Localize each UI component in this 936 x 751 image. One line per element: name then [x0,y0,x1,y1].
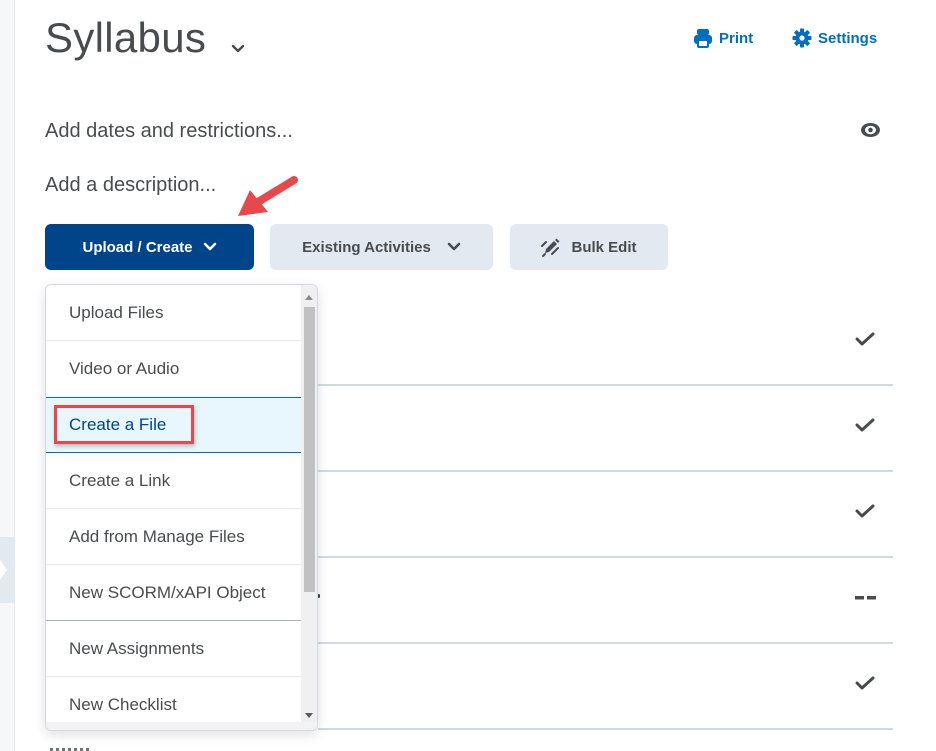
row-divider [318,556,893,558]
add-description-link[interactable]: Add a description... [45,174,216,197]
printer-icon [694,29,712,48]
menu-item-new-scorm-xapi-object[interactable]: New SCORM/xAPI Object [46,565,301,621]
row-divider [318,728,893,730]
upload-create-label: Upload / Create [82,238,193,256]
print-label: Print [719,29,754,47]
check-icon [855,504,875,518]
settings-button[interactable]: Settings [792,28,877,48]
menu-item-create-a-link[interactable]: Create a Link [46,453,301,509]
row-divider [318,642,893,644]
menu-item-create-a-file[interactable]: Create a File [46,397,301,453]
menu-item-label: Create a Link [69,470,171,490]
annotation-highlight-box [54,405,194,444]
dash-icon [855,596,876,600]
bulk-edit-button[interactable]: Bulk Edit [510,224,668,270]
bulk-edit-label: Bulk Edit [571,238,637,256]
check-icon [855,332,875,346]
existing-activities-button[interactable]: Existing Activities [270,224,493,270]
add-dates-link[interactable]: Add dates and restrictions... [45,120,293,143]
scroll-up-arrow-icon[interactable] [305,295,313,300]
visibility-eye-icon[interactable] [860,122,881,138]
scroll-thumb[interactable] [304,307,315,592]
menu-item-label: New SCORM/xAPI Object [69,582,266,602]
menu-footer [46,722,317,730]
chevron-down-icon [203,242,216,251]
menu-item-label: Add from Manage Files [69,526,245,546]
menu-item-new-assignments[interactable]: New Assignments [46,621,301,677]
left-rail [0,0,15,751]
upload-create-button[interactable]: Upload / Create [45,224,254,270]
collapse-nav-tab[interactable] [0,537,14,603]
print-button[interactable]: Print [693,28,753,48]
title-chevron-down-icon[interactable] [231,44,245,54]
row-divider [318,384,893,386]
pencil-icon [541,238,560,257]
page-title: Syllabus [45,14,207,61]
menu-item-add-from-manage-files[interactable]: Add from Manage Files [46,509,301,565]
menu-item-label: New Checklist [69,695,177,714]
check-icon [855,418,875,432]
chevron-down-icon [447,242,461,251]
existing-activities-label: Existing Activities [302,238,431,256]
menu-scrollbar[interactable] [301,285,317,730]
scroll-down-arrow-icon[interactable] [305,713,313,718]
menu-list: Upload Files Video or Audio Create a Fil… [46,285,301,730]
annotation-arrow-icon [238,176,298,216]
menu-item-video-or-audio[interactable]: Video or Audio [46,341,301,397]
row-divider [318,470,893,472]
upload-create-menu: Upload Files Video or Audio Create a Fil… [45,284,318,731]
settings-label: Settings [818,29,878,47]
menu-item-upload-files[interactable]: Upload Files [46,285,301,341]
menu-item-label: Upload Files [69,302,164,322]
check-icon [855,676,875,690]
menu-item-label: New Assignments [69,638,205,658]
menu-item-label: Video or Audio [69,359,180,378]
gear-icon [792,28,812,48]
